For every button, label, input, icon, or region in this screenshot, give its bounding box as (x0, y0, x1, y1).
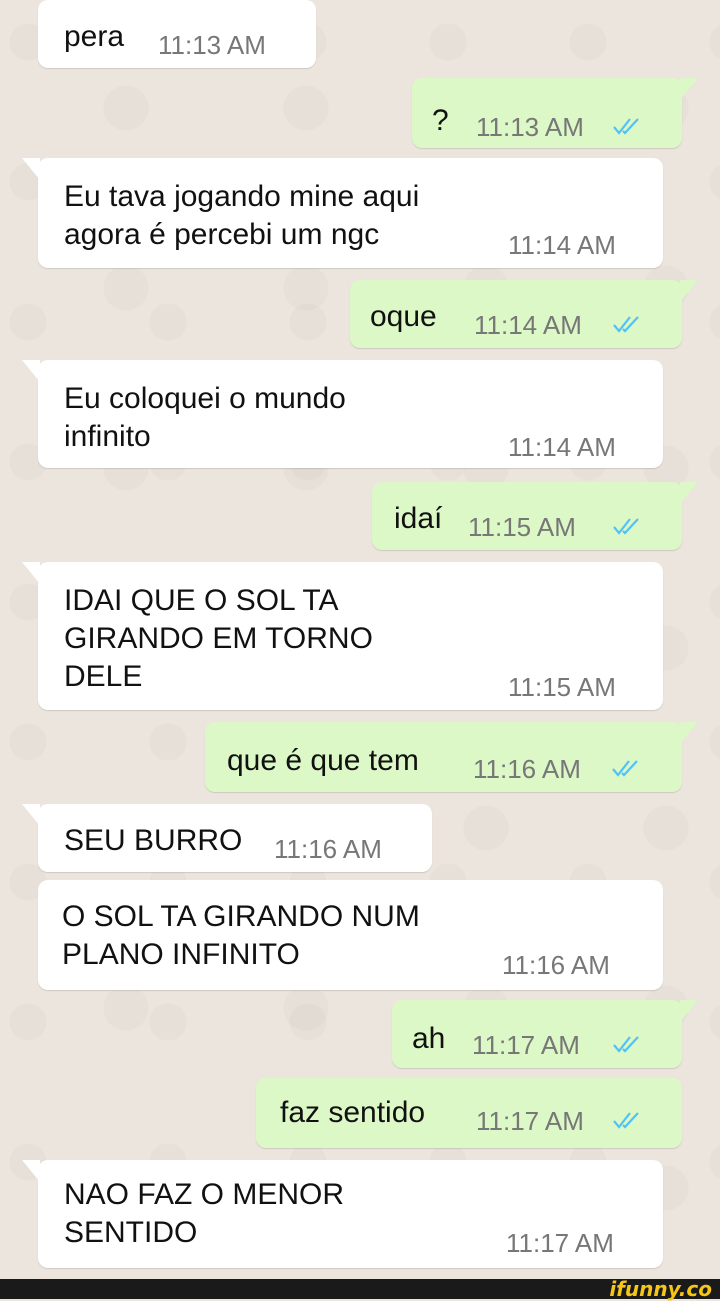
message-timestamp: 11:15 AM (468, 512, 576, 542)
message-bubble-incoming[interactable]: NAO FAZ O MENOR SENTIDO 11:17 AM (22, 1160, 663, 1268)
chat-area[interactable]: pera 11:13 AM ? 11:13 AM Eu tava jogando… (0, 0, 720, 1279)
message-timestamp: 11:17 AM (476, 1106, 584, 1136)
ifunny-watermark: ifunny.co (609, 1277, 712, 1301)
message-bubble-incoming[interactable]: pera 11:13 AM (38, 0, 316, 68)
message-bubble-incoming[interactable]: O SOL TA GIRANDO NUM PLANO INFINITO 11:1… (38, 880, 663, 990)
message-timestamp: 11:13 AM (158, 30, 266, 60)
message-bubble-outgoing[interactable]: idaí 11:15 AM (372, 482, 698, 550)
message-timestamp: 11:14 AM (474, 310, 582, 340)
message-text: pera (64, 20, 125, 53)
message-text: que é que tem (227, 744, 419, 777)
read-double-tick-icon (613, 1036, 639, 1053)
message-text: faz sentido (280, 1096, 426, 1129)
message-text: O SOL TA GIRANDO NUM PLANO INFINITO (62, 900, 420, 971)
read-double-tick-icon (613, 316, 639, 333)
message-text: ah (412, 1022, 446, 1055)
message-timestamp: 11:16 AM (502, 950, 610, 980)
message-bubble-outgoing[interactable]: ah 11:17 AM (392, 1000, 698, 1068)
message-timestamp: 11:14 AM (508, 432, 616, 462)
message-text: ? (432, 104, 449, 137)
read-double-tick-icon (612, 760, 638, 777)
message-bubble-incoming[interactable]: IDAI QUE O SOL TA GIRANDO EM TORNO DELE … (22, 562, 663, 710)
message-text: Eu tava jogando mine aqui agora é perceb… (64, 180, 420, 251)
message-bubble-incoming[interactable]: SEU BURRO 11:16 AM (22, 804, 432, 872)
message-bubble-outgoing[interactable]: ? 11:13 AM (412, 78, 698, 148)
message-text: IDAI QUE O SOL TA GIRANDO EM TORNO DELE (64, 584, 373, 693)
message-text: oque (370, 300, 437, 333)
message-bubble-outgoing[interactable]: faz sentido 11:17 AM (256, 1078, 682, 1148)
read-double-tick-icon (613, 518, 639, 535)
message-bubble-incoming[interactable]: Eu tava jogando mine aqui agora é perceb… (22, 158, 663, 268)
message-text: SEU BURRO (64, 824, 243, 857)
message-timestamp: 11:17 AM (472, 1030, 580, 1060)
message-timestamp: 11:17 AM (506, 1228, 614, 1258)
message-timestamp: 11:15 AM (508, 672, 616, 702)
read-double-tick-icon (613, 118, 639, 135)
message-timestamp: 11:13 AM (476, 112, 584, 142)
message-text: idaí (394, 502, 443, 535)
message-bubble-outgoing[interactable]: que é que tem 11:16 AM (205, 722, 698, 792)
message-timestamp: 11:14 AM (508, 230, 616, 260)
message-timestamp: 11:16 AM (274, 834, 382, 864)
message-timestamp: 11:16 AM (473, 754, 581, 784)
message-text: NAO FAZ O MENOR SENTIDO (64, 1178, 345, 1249)
message-bubble-incoming[interactable]: Eu coloquei o mundo infinito 11:14 AM (22, 360, 663, 468)
message-bubble-outgoing[interactable]: oque 11:14 AM (350, 280, 698, 348)
message-text: Eu coloquei o mundo infinito (64, 382, 346, 453)
read-double-tick-icon (613, 1112, 639, 1129)
